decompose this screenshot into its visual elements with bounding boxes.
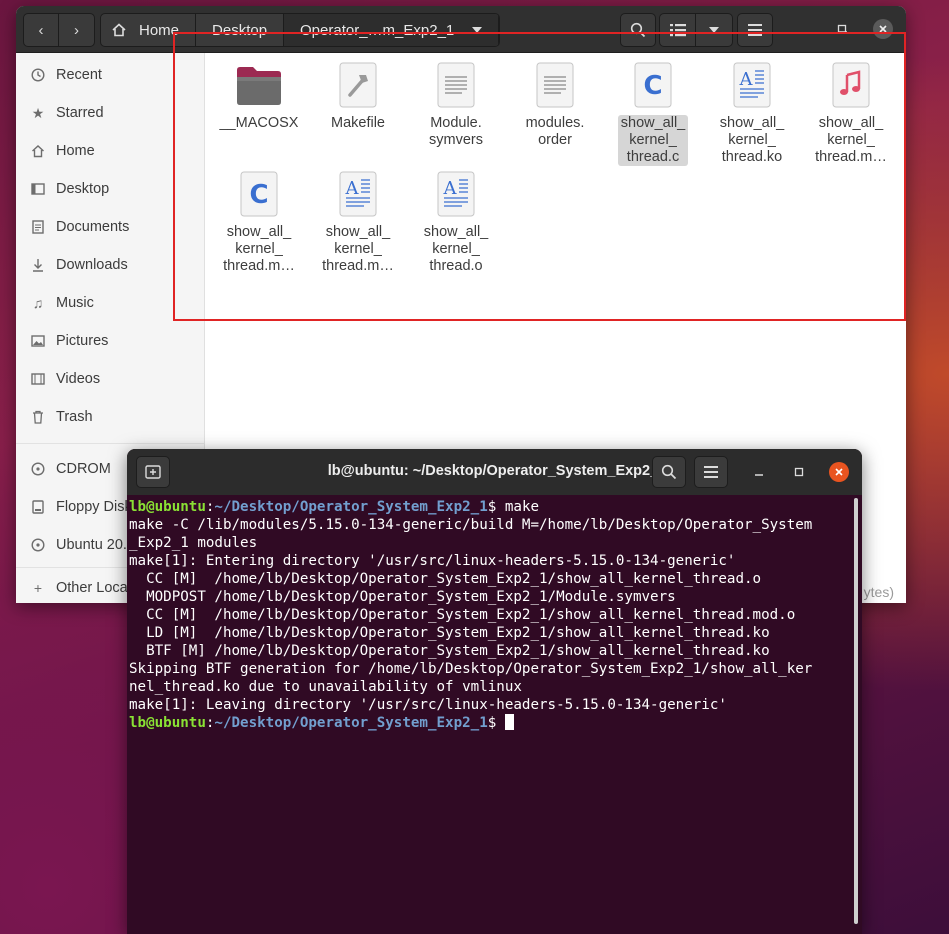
disc-icon (30, 461, 46, 477)
back-button[interactable]: ‹ (24, 14, 59, 46)
prompt-user: lb@ubuntu (129, 715, 206, 731)
prompt-path: ~/Desktop/Operator_System_Exp2_1 (214, 715, 488, 731)
download-icon (30, 257, 46, 273)
prompt-user: lb@ubuntu (129, 499, 206, 515)
terminal-line: BTF [M] /home/lb/Desktop/Operator_System… (129, 643, 770, 659)
text-cursor (504, 714, 514, 730)
terminal-line: Skipping BTF generation for /home/lb/Des… (129, 661, 813, 677)
disc-icon (30, 537, 46, 553)
new-tab-button[interactable] (136, 456, 170, 488)
terminal-line: make[1]: Leaving directory '/usr/src/lin… (129, 697, 727, 713)
terminal-line: LD [M] /home/lb/Desktop/Operator_System_… (129, 625, 770, 641)
terminal-scrollbar[interactable] (854, 498, 858, 924)
status-bar-text: ytes) (863, 584, 894, 600)
terminal-line: nel_thread.ko due to unavailability of v… (129, 679, 522, 695)
terminal-line: CC [M] /home/lb/Desktop/Operator_System_… (129, 607, 796, 623)
sidebar-item-trash[interactable]: Trash (16, 398, 204, 436)
prompt-symbol: $ (487, 715, 505, 731)
sidebar-item-label: Videos (56, 371, 101, 387)
prompt-path: ~/Desktop/Operator_System_Exp2_1 (214, 499, 488, 515)
terminal-title: lb@ubuntu: ~/Desktop/Operator_System_Exp… (327, 463, 667, 479)
terminal-window: lb@ubuntu: ~/Desktop/Operator_System_Exp… (127, 449, 862, 934)
new-tab-icon (145, 465, 161, 479)
terminal-close-button[interactable] (829, 462, 849, 482)
minimize-icon (755, 474, 763, 476)
nav-buttons: ‹ › (23, 13, 95, 47)
terminal-line: _Exp2_1 modules (129, 535, 258, 551)
star-icon: ★ (31, 104, 45, 121)
highlight-box (173, 32, 906, 321)
sidebar-item-label: Starred (56, 105, 104, 121)
sidebar-item-label: Documents (56, 219, 130, 235)
plus-icon: + (33, 580, 43, 596)
sidebar-item-videos[interactable]: Videos (16, 360, 204, 398)
sidebar-item-label: Other Loca (56, 580, 128, 596)
terminal-line: make[1]: Entering directory '/usr/src/li… (129, 553, 736, 569)
sidebar-item-label: Home (56, 143, 95, 159)
terminal-line: make -C /lib/modules/5.15.0-134-generic/… (129, 517, 813, 533)
prompt-symbol: $ (487, 499, 505, 515)
terminal-line: lb@ubuntu:~/Desktop/Operator_System_Exp2… (129, 714, 851, 732)
terminal-menu-button[interactable] (694, 456, 728, 488)
home-icon (30, 143, 46, 159)
terminal-headerbar: lb@ubuntu: ~/Desktop/Operator_System_Exp… (127, 449, 862, 495)
sidebar-item-label: Desktop (56, 181, 110, 197)
trash-icon (30, 409, 46, 425)
sidebar-item-label: Ubuntu 20. (56, 537, 127, 553)
sidebar-item-label: Trash (56, 409, 93, 425)
sidebar-item-label: Music (56, 295, 94, 311)
maximize-icon (794, 467, 804, 477)
picture-icon (30, 333, 46, 349)
close-icon (835, 468, 843, 476)
document-icon (30, 219, 46, 235)
hamburger-icon (704, 466, 718, 478)
clock-icon (30, 67, 46, 83)
command-text: make (504, 499, 540, 515)
music-icon: ♫ (32, 295, 44, 311)
sidebar-divider (16, 443, 204, 444)
sidebar-item-label: Downloads (56, 257, 128, 273)
video-icon (30, 371, 46, 387)
forward-button[interactable]: › (59, 14, 94, 46)
chevron-right-icon: › (74, 21, 79, 39)
terminal-output[interactable]: lb@ubuntu:~/Desktop/Operator_System_Exp2… (129, 498, 851, 732)
sidebar-item-label: Floppy Disk (56, 499, 132, 515)
home-icon (112, 23, 126, 37)
chevron-left-icon: ‹ (38, 21, 44, 39)
sidebar-item-pictures[interactable]: Pictures (16, 322, 204, 360)
drive-icon (30, 499, 46, 515)
terminal-line: lb@ubuntu:~/Desktop/Operator_System_Exp2… (129, 498, 851, 516)
search-icon (661, 464, 677, 480)
terminal-search-button[interactable] (652, 456, 686, 488)
terminal-line: CC [M] /home/lb/Desktop/Operator_System_… (129, 571, 762, 587)
sidebar-item-label: Pictures (56, 333, 109, 349)
desktop-icon (30, 181, 46, 197)
terminal-line: MODPOST /home/lb/Desktop/Operator_System… (129, 589, 676, 605)
sidebar-item-label: Recent (56, 67, 102, 83)
sidebar-item-label: CDROM (56, 461, 111, 477)
terminal-minimize-button[interactable] (749, 462, 769, 482)
terminal-maximize-button[interactable] (789, 462, 809, 482)
